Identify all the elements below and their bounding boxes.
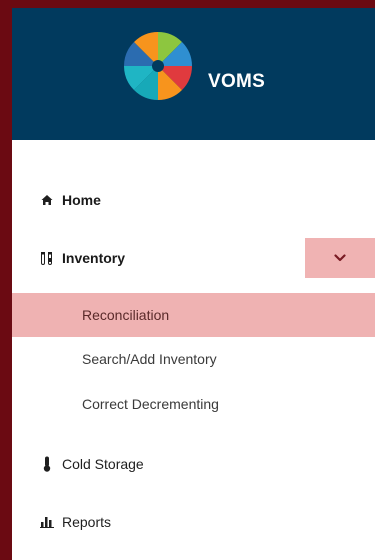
sidebar-subitem-label: Search/Add Inventory <box>82 351 217 367</box>
sidebar-item-label: Inventory <box>62 250 126 266</box>
voms-logo-icon <box>124 32 192 100</box>
sidebar-subitem-reconciliation[interactable]: Reconciliation <box>12 293 375 337</box>
sidebar-item-reports[interactable]: Reports <box>12 502 375 542</box>
home-icon <box>40 192 54 208</box>
sidebar-item-cold-storage[interactable]: Cold Storage <box>12 444 375 484</box>
inventory-toggle[interactable] <box>305 238 375 278</box>
sidebar-panel: VOMS Home Inventory Reconciliation Searc… <box>12 8 375 560</box>
sidebar-item-label: Cold Storage <box>62 456 144 472</box>
app-header: VOMS <box>12 8 375 140</box>
brand-name: VOMS <box>208 71 266 92</box>
vials-icon <box>40 250 54 266</box>
sidebar-item-label: Home <box>62 192 101 208</box>
sidebar-item-label: Reports <box>62 514 112 530</box>
sidebar-subitem-correct-decrementing[interactable]: Correct Decrementing <box>12 382 375 426</box>
sidebar-subitem-label: Reconciliation <box>82 307 170 323</box>
sidebar-item-home[interactable]: Home <box>12 180 375 220</box>
sidebar-item-inventory[interactable]: Inventory <box>12 238 375 278</box>
thermometer-icon <box>40 456 54 472</box>
sidebar-subitem-search-add-inventory[interactable]: Search/Add Inventory <box>12 337 375 381</box>
sidebar-menu: Home Inventory Reconciliation Search/Add… <box>12 140 375 560</box>
chevron-down-icon <box>334 254 346 262</box>
sidebar-subitem-label: Correct Decrementing <box>82 396 219 412</box>
bar-chart-icon <box>40 514 54 530</box>
